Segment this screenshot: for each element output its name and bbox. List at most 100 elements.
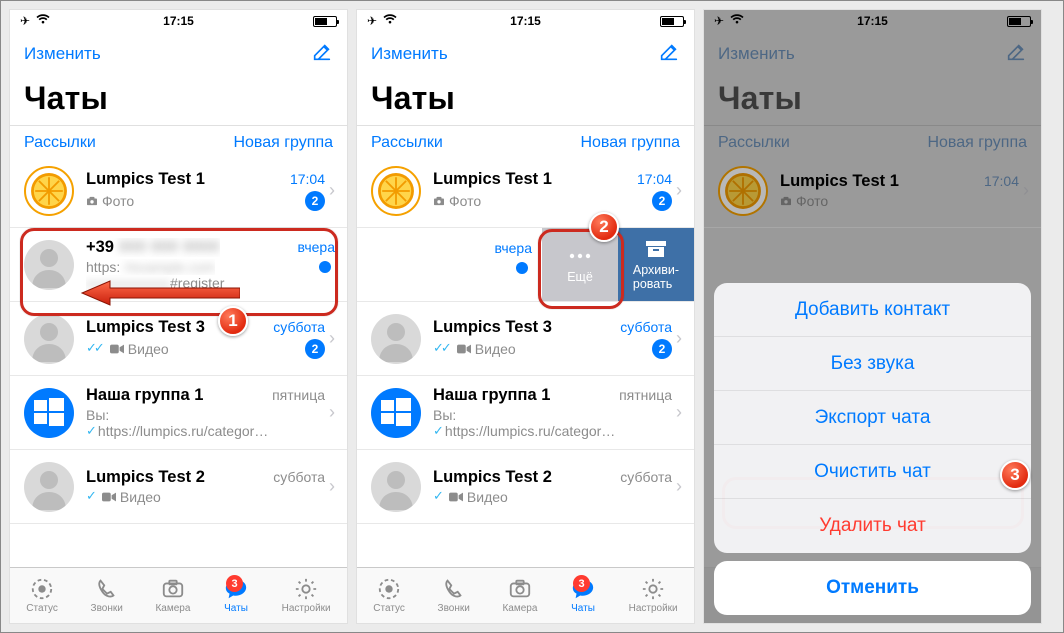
phone-screen-3: ✈ 17:15 Изменить Чаты Рассылки Новая гру… <box>703 9 1042 624</box>
chat-list: Lumpics Test 1 17:04 Фото 2 › +39 000 000 … <box>10 154 347 567</box>
tab-label: Камера <box>155 603 190 614</box>
chat-row[interactable]: Lumpics Test 2суббота ✓Видео › <box>10 450 347 524</box>
read-ticks-icon: ✓ <box>433 489 441 504</box>
status-bar: ✈ 17:15 <box>10 10 347 32</box>
newgroup-link[interactable]: Новая группа <box>233 134 333 152</box>
tab-badge: 3 <box>226 575 243 592</box>
video-icon <box>449 491 463 503</box>
chat-title: Lumpics Test 3 <box>433 318 552 337</box>
chevron-icon: › <box>329 402 335 423</box>
avatar <box>24 388 74 438</box>
tab-calls[interactable]: Звонки <box>91 577 123 614</box>
chat-row[interactable]: Lumpics Test 117:04 Фото2 › <box>357 154 694 228</box>
chat-title: Наша группа 1 <box>433 386 550 405</box>
tab-status[interactable]: Статус <box>26 577 58 614</box>
tab-label: Статус <box>26 603 58 614</box>
unread-badge: 2 <box>652 191 672 211</box>
nav-bar: Изменить <box>10 32 347 76</box>
chat-row[interactable]: Наша группа 1пятница Вы: ✓https://lumpic… <box>357 376 694 450</box>
tab-bar: Статус Звонки Камера 3Чаты Настройки <box>357 567 694 623</box>
unread-badge: 2 <box>652 339 672 359</box>
chat-preview: Фото <box>86 193 134 209</box>
chat-row[interactable]: Lumpics Test 2 суббота ✓Видео › <box>357 450 694 524</box>
tab-camera[interactable]: Камера <box>502 577 537 614</box>
callout-number-3: 3 <box>1000 460 1030 490</box>
status-time: 17:15 <box>10 14 347 28</box>
compose-button[interactable] <box>311 41 333 68</box>
more-icon <box>568 246 592 266</box>
tab-label: Настройки <box>282 603 331 614</box>
chat-preview: Фото <box>433 193 481 209</box>
read-ticks-icon: ✓✓ <box>86 341 102 356</box>
avatar <box>371 314 421 364</box>
page-title: Чаты <box>371 80 680 117</box>
tab-label: Чаты <box>224 603 248 614</box>
chat-time: суббота <box>620 469 672 485</box>
archive-icon <box>644 239 668 259</box>
sheet-add-contact[interactable]: Добавить контакт <box>714 283 1031 337</box>
tab-status[interactable]: Статус <box>373 577 405 614</box>
chat-title: Наша группа 1 <box>86 386 203 405</box>
tab-calls[interactable]: Звонки <box>438 577 470 614</box>
sheet-export[interactable]: Экспорт чата <box>714 391 1031 445</box>
chat-row[interactable]: Lumpics Test 3суббота ✓✓Видео2 › <box>10 302 347 376</box>
sheet-clear[interactable]: Очистить чат <box>714 445 1031 499</box>
tab-chats[interactable]: 3Чаты <box>570 577 596 614</box>
swipe-actions: Ещё Архиви-ровать <box>542 228 694 301</box>
tab-label: Звонки <box>438 603 470 614</box>
sheet-mute[interactable]: Без звука <box>714 337 1031 391</box>
tab-camera[interactable]: Камера <box>155 577 190 614</box>
tab-settings[interactable]: Настройки <box>629 577 678 614</box>
unread-badge: 2 <box>305 339 325 359</box>
chat-preview: ✓Видео <box>433 489 508 505</box>
broadcasts-link[interactable]: Рассылки <box>371 134 443 152</box>
avatar <box>24 166 74 216</box>
newgroup-link[interactable]: Новая группа <box>580 134 680 152</box>
tab-bar: Статус Звонки Камера 3 Чаты Настройки <box>10 567 347 623</box>
chevron-icon: › <box>676 180 682 201</box>
action-sheet: Добавить контакт Без звука Экспорт чата … <box>714 283 1031 615</box>
chevron-icon: › <box>329 476 335 497</box>
chat-preview: ✓✓Видео <box>433 341 516 357</box>
status-time: 17:15 <box>357 14 694 28</box>
unread-dot <box>516 262 528 274</box>
read-ticks-icon: ✓✓ <box>433 341 449 356</box>
video-icon <box>102 491 116 503</box>
chat-preview: ✓✓Видео <box>86 341 169 357</box>
chat-title: +39 000 000 0000 <box>86 238 220 257</box>
tab-chats[interactable]: 3 Чаты <box>223 577 249 614</box>
broadcasts-link[interactable]: Рассылки <box>24 134 96 152</box>
chat-time: пятница <box>619 387 672 403</box>
chevron-icon: › <box>329 328 335 349</box>
callout-number-1: 1 <box>218 306 248 336</box>
chat-title: Lumpics Test 2 <box>86 468 205 487</box>
swipe-archive-button[interactable]: Архиви-ровать <box>618 228 694 301</box>
tab-label: Статус <box>373 603 405 614</box>
chevron-icon: › <box>676 328 682 349</box>
edit-button[interactable]: Изменить <box>371 44 448 64</box>
sheet-delete[interactable]: Удалить чат <box>714 499 1031 553</box>
sheet-cancel[interactable]: Отменить <box>714 561 1031 615</box>
edit-button[interactable]: Изменить <box>24 44 101 64</box>
tutorial-frame: ✈ 17:15 Изменить Чаты Рассылки Новая гру… <box>0 0 1064 633</box>
tab-label: Чаты <box>571 603 595 614</box>
read-ticks-icon: ✓ <box>86 489 94 504</box>
chat-time: 17:04 <box>290 171 325 187</box>
avatar <box>371 166 421 216</box>
compose-button[interactable] <box>658 41 680 68</box>
chat-row[interactable]: Lumpics Test 3 суббота ✓✓Видео 2 › <box>357 302 694 376</box>
chat-time: суббота <box>620 319 672 335</box>
avatar <box>371 462 421 512</box>
page-header: Чаты <box>10 76 347 125</box>
chevron-icon: › <box>676 476 682 497</box>
chat-title: Lumpics Test 2 <box>433 468 552 487</box>
chevron-icon: › <box>329 180 335 201</box>
swiped-chat-row: 6…вчера itips.com/? aB27#register Ещё Ар… <box>357 228 694 302</box>
chat-time: 17:04 <box>637 171 672 187</box>
chat-row[interactable]: Lumpics Test 117:04 Фото2 › <box>10 154 347 228</box>
chat-time: суббота <box>273 469 325 485</box>
tab-settings[interactable]: Настройки <box>282 577 331 614</box>
chat-row[interactable]: Наша группа 1пятница Вы: ✓https://lumpic… <box>10 376 347 450</box>
chat-title: Lumpics Test 1 <box>86 170 205 189</box>
swipe-arrow-icon <box>80 280 240 306</box>
